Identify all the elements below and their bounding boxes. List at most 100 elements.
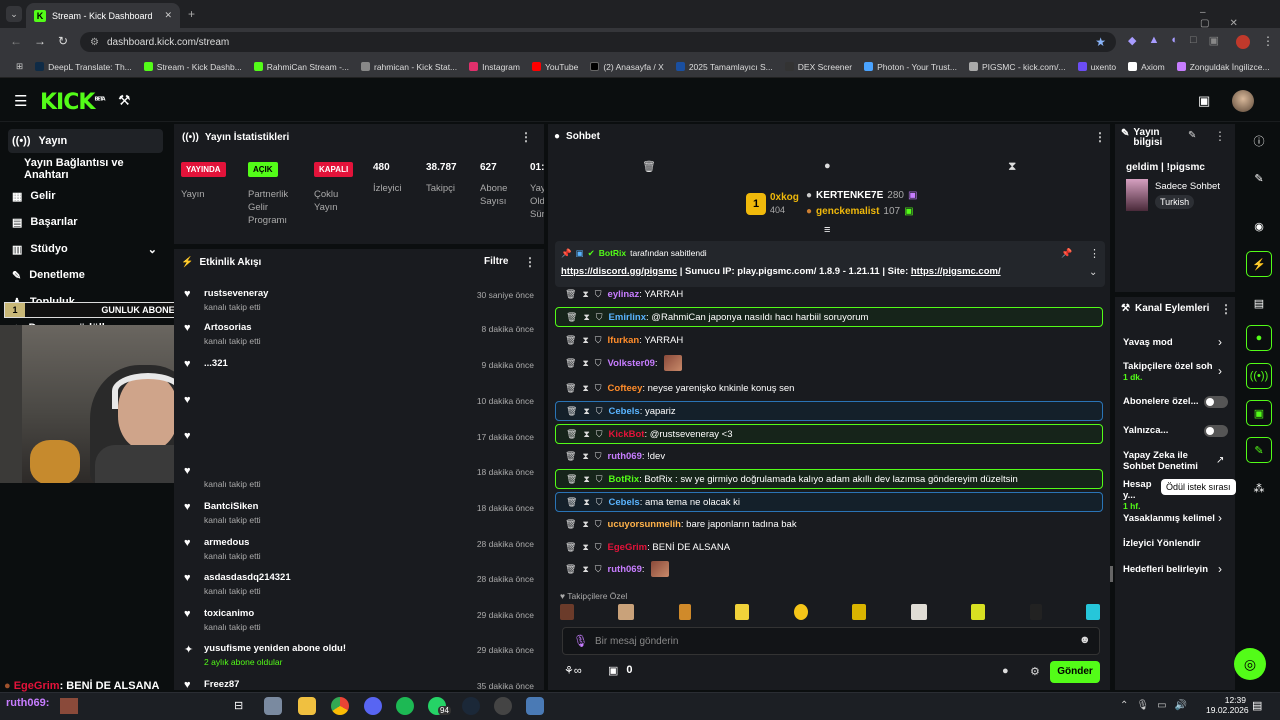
bookmark-item[interactable]: Zonguldak İngilizce... — [1171, 62, 1276, 72]
apps-icon[interactable]: ⊞ — [10, 61, 29, 72]
chat-username[interactable]: BotRix — [609, 474, 640, 485]
new-tab-icon[interactable]: + — [188, 7, 195, 21]
kebab-menu-icon[interactable]: ⋮ — [1220, 302, 1232, 316]
trash-icon[interactable]: 🗑 — [566, 474, 577, 485]
sidebar-item-yayin[interactable]: ((•)) Yayın — [8, 129, 163, 153]
activity-user[interactable]: asdasdasdq214321 — [204, 572, 291, 583]
shield-icon[interactable]: ⛉ — [595, 289, 602, 300]
kebab-menu-icon[interactable]: ⋮ — [1214, 129, 1226, 143]
lightning-icon[interactable]: ⚡ — [1246, 251, 1272, 277]
chat-username[interactable]: Ifurkan — [608, 335, 640, 346]
broadcast-icon[interactable]: ((•)) — [1246, 363, 1272, 389]
back-icon[interactable]: ← — [10, 34, 22, 48]
chat-username[interactable]: ucuyorsunmelih — [608, 519, 681, 530]
bookmark-item[interactable]: Stream - Kick Dashb... — [138, 62, 248, 72]
chat-username[interactable]: eylinaz — [608, 289, 640, 300]
activity-user[interactable]: armedous — [204, 537, 249, 548]
hourglass-icon[interactable]: ⧗ — [583, 312, 589, 323]
action-slow-mode[interactable]: Yavaş mod — [1123, 337, 1233, 348]
info-icon[interactable]: ⓘ — [1246, 128, 1272, 154]
hourglass-icon[interactable]: ⧗ — [582, 451, 588, 462]
kebab-menu-icon[interactable]: ⋮ — [520, 130, 532, 144]
chevron-right-icon[interactable]: › — [1218, 364, 1222, 378]
extensions-bar[interactable]: ◆ ▲ ◐ □ ▣ — [1128, 34, 1219, 47]
chrome-icon[interactable] — [331, 697, 349, 715]
hourglass-icon[interactable]: ⧗ — [583, 406, 589, 417]
notifications-icon[interactable]: ▤ — [1252, 699, 1262, 712]
action-goals[interactable]: Hedefleri belirleyin — [1123, 564, 1233, 575]
hourglass-icon[interactable]: ⧗ — [1008, 159, 1016, 174]
shield-icon[interactable]: ⛉ — [595, 519, 602, 530]
leader-name[interactable]: genckemalist — [816, 206, 879, 217]
document-icon[interactable]: ▤ — [1246, 290, 1272, 316]
forward-icon[interactable]: → — [34, 34, 46, 48]
category-thumbnail[interactable] — [1126, 179, 1148, 211]
activity-user[interactable]: toxicanimo — [204, 608, 254, 619]
edit-pencil-icon[interactable]: ✎ — [1188, 130, 1196, 141]
activity-user[interactable]: yusufisme yeniden abone oldu! — [204, 643, 346, 654]
emote[interactable] — [852, 604, 867, 620]
shield-icon[interactable]: ⛉ — [596, 312, 603, 323]
leader-name[interactable]: KERTENKE7E — [816, 190, 883, 201]
trash-icon[interactable]: 🗑 — [566, 406, 577, 417]
action-followers-only[interactable]: Takipçilere özel soh 1 dk. — [1123, 361, 1233, 383]
trash-icon[interactable]: 🗑 — [566, 497, 577, 508]
trash-icon[interactable]: 🗑 — [566, 429, 577, 440]
chat-bubble-icon[interactable]: ● — [1002, 665, 1009, 677]
unpin-icon[interactable]: 📌 — [1061, 248, 1072, 259]
chat-username[interactable]: Emirlinx — [609, 312, 647, 323]
camera-icon[interactable]: ◉ — [1246, 213, 1272, 239]
trash-icon[interactable]: 🗑 — [565, 335, 576, 346]
chevron-right-icon[interactable]: › — [1218, 335, 1222, 349]
trash-icon[interactable]: 🗑 — [565, 542, 576, 553]
action-subscribers-only[interactable]: Abonelere özel... — [1123, 396, 1203, 407]
bookmark-star-icon[interactable]: ★ — [1095, 35, 1106, 49]
chat-username[interactable]: ruth069 — [608, 451, 642, 462]
bookmark-item[interactable]: 2025 Tamamlayıcı S... — [670, 62, 779, 72]
activity-user[interactable]: rustseveneray — [204, 288, 268, 299]
emote[interactable] — [971, 604, 986, 620]
action-ai-moderation[interactable]: Yapay Zeka ile Sohbet Denetimi — [1123, 450, 1218, 472]
user-avatar[interactable] — [1232, 90, 1254, 112]
obs-icon[interactable] — [494, 697, 512, 715]
hourglass-icon[interactable]: ⧗ — [582, 335, 588, 346]
hourglass-icon[interactable]: ⧗ — [583, 429, 589, 440]
gift-icon[interactable]: ▣ — [1246, 400, 1272, 426]
emote[interactable] — [560, 604, 574, 620]
trash-icon[interactable]: 🗑 — [565, 383, 576, 394]
action-raid[interactable]: İzleyici Yönlendir — [1123, 538, 1233, 549]
sidebar-item-basarilar[interactable]: ▤ Başarılar — [8, 210, 163, 234]
shield-icon[interactable]: ⛉ — [595, 564, 602, 575]
activity-user[interactable]: BantciSiken — [204, 501, 258, 512]
emote[interactable] — [1029, 604, 1042, 620]
chat-bubble-icon[interactable]: ● — [1246, 325, 1272, 351]
close-icon[interactable]: ✕ — [164, 10, 172, 21]
kick-logo[interactable]: KICKBETA — [40, 90, 106, 115]
system-tray[interactable]: ⌃🎙▭🔊 — [1120, 700, 1195, 711]
emote[interactable] — [910, 604, 927, 620]
chat-username[interactable]: Volkster09 — [608, 358, 655, 369]
shield-icon[interactable]: ⛉ — [595, 358, 602, 369]
shield-icon[interactable]: ⛉ — [596, 474, 603, 485]
activity-user[interactable]: Freez87 — [204, 679, 239, 690]
leaderboard-toggle-icon[interactable]: ≡ — [824, 224, 830, 236]
emoji-icon[interactable]: ☻ — [1079, 634, 1091, 646]
support-chat-icon[interactable]: ◎ — [1234, 648, 1266, 680]
reward-queue-icon[interactable]: ⁂ — [1246, 475, 1272, 501]
chevron-right-icon[interactable]: › — [1218, 562, 1222, 576]
pinned-link[interactable]: https://discord.gg/pigsmc — [561, 266, 677, 277]
window-controls[interactable]: –▢✕ — [1200, 7, 1280, 29]
taskbar-app-icon[interactable] — [526, 697, 544, 715]
bookmark-item[interactable]: Instagram — [463, 62, 526, 72]
chat-scrollbar[interactable] — [1110, 566, 1113, 582]
bookmark-item[interactable]: Axiom — [1122, 62, 1171, 72]
chevron-down-icon[interactable]: ⌄ — [1089, 267, 1097, 278]
browser-tab[interactable]: K Stream - Kick Dashboard ✕ — [26, 3, 180, 28]
bookmark-item[interactable]: Photon - Your Trust... — [858, 62, 963, 72]
hourglass-icon[interactable]: ⧗ — [582, 358, 588, 369]
chat-username[interactable]: Cebels — [609, 406, 640, 417]
send-button[interactable]: Gönder — [1050, 661, 1100, 683]
taskbar-app-icon[interactable] — [264, 697, 282, 715]
sidebar-item-studyo[interactable]: ▥ Stüdyo ⌄ — [8, 237, 163, 261]
bookmark-item[interactable]: PIGSMC - kick.com/... — [963, 62, 1072, 72]
